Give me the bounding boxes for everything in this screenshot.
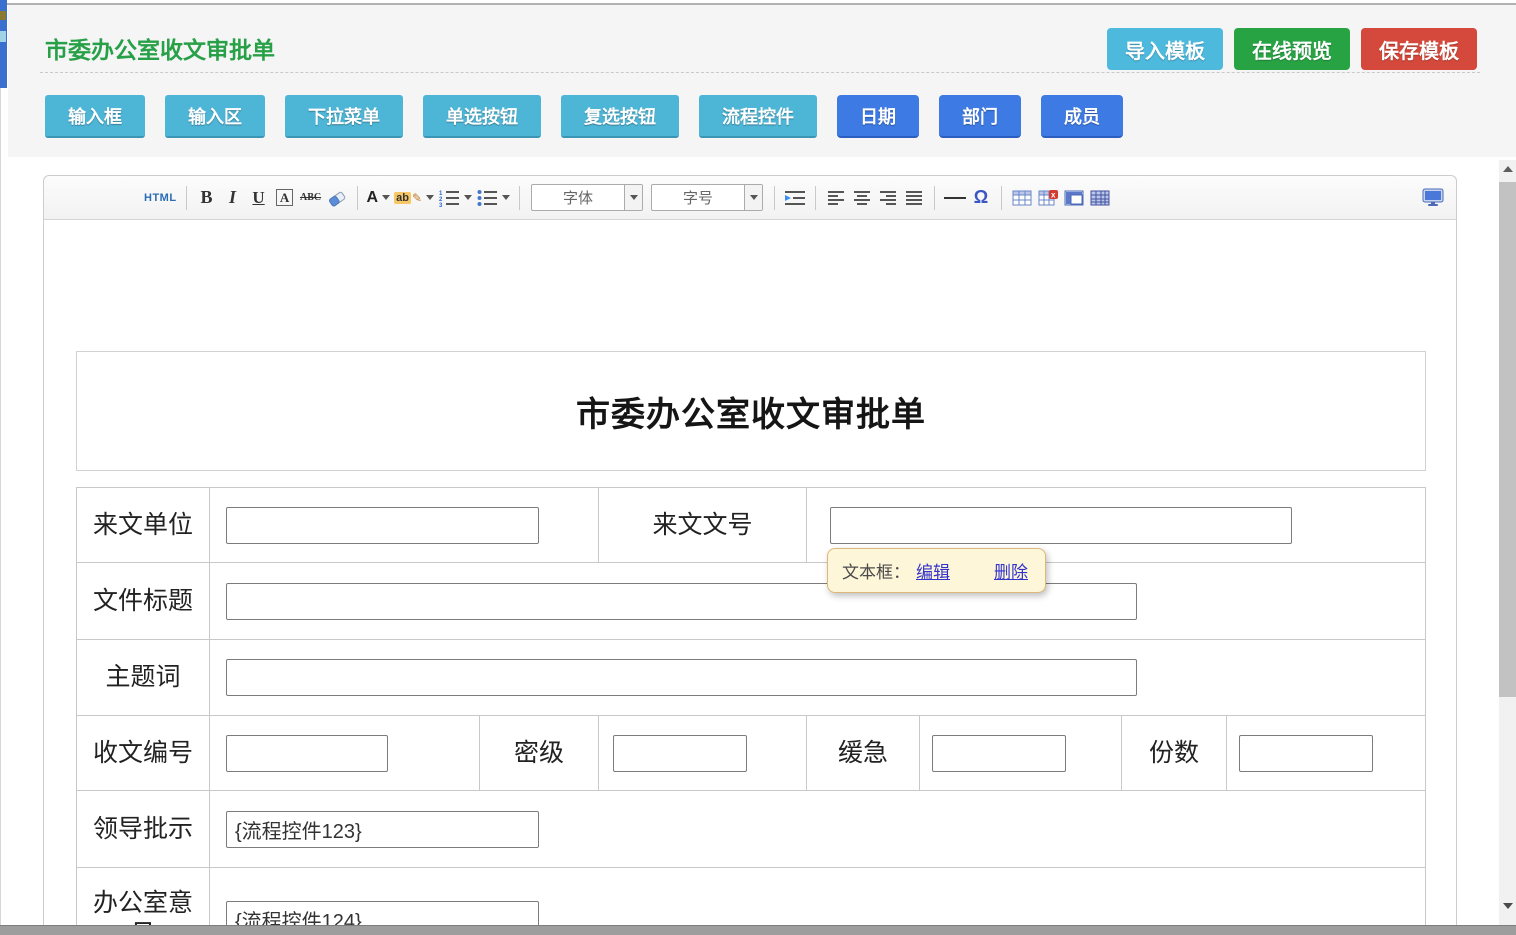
chevron-down-icon[interactable]	[744, 185, 762, 210]
underline-icon[interactable]: U	[246, 185, 272, 211]
table-grid-icon[interactable]	[1087, 185, 1113, 211]
label-keywords: 主题词	[77, 640, 210, 715]
widget-checkbox-button[interactable]: 复选按钮	[561, 95, 679, 138]
chevron-down-icon[interactable]	[624, 185, 642, 210]
special-char-icon[interactable]: Ω	[968, 185, 994, 211]
fullscreen-icon[interactable]	[1420, 185, 1446, 211]
table-row: 文件标题	[76, 562, 1426, 640]
delete-table-icon[interactable]: x	[1035, 185, 1061, 211]
import-template-button[interactable]: 导入模板	[1107, 28, 1223, 70]
toolbar-separator	[357, 186, 358, 210]
label-doc-title: 文件标题	[77, 563, 210, 639]
tooltip-edit-link[interactable]: 编辑	[916, 558, 950, 583]
table-row: 领导批示	[76, 790, 1426, 868]
label-secrecy: 密级	[480, 716, 599, 790]
source-unit-input[interactable]	[226, 507, 539, 544]
scroll-up-arrow-icon[interactable]	[1499, 160, 1516, 177]
screen: 市委办公室收文审批单 导入模板 在线预览 保存模板 输入框 输入区 下拉菜单 单…	[0, 0, 1516, 935]
indent-icon[interactable]	[782, 185, 808, 211]
rich-text-editor: HTML B I U A ABC A ab✎ 123 字体	[43, 175, 1457, 935]
pencil-icon: ✎	[412, 191, 422, 205]
font-family-select[interactable]: 字体	[531, 184, 643, 211]
chevron-down-icon	[382, 195, 390, 200]
form-title: 市委办公室收文审批单	[576, 387, 926, 436]
table-frame-icon[interactable]	[1061, 185, 1087, 211]
chevron-down-icon	[502, 195, 510, 200]
textbox-tooltip: 文本框： 编辑 删除	[827, 548, 1046, 593]
editor-toolbar: HTML B I U A ABC A ab✎ 123 字体	[44, 176, 1456, 220]
label-doc-number: 来文文号	[599, 488, 807, 562]
insert-table-icon[interactable]	[1009, 185, 1035, 211]
widget-flow-control-button[interactable]: 流程控件	[699, 95, 817, 138]
widget-input-box-button[interactable]: 输入框	[45, 95, 145, 138]
align-right-icon[interactable]	[875, 185, 901, 211]
widget-radio-button[interactable]: 单选按钮	[423, 95, 541, 138]
widget-button-row: 输入框 输入区 下拉菜单 单选按钮 复选按钮 流程控件 日期 部门 成员	[45, 95, 1123, 138]
font-color-icon[interactable]: A	[365, 185, 393, 211]
align-left-icon[interactable]	[823, 185, 849, 211]
label-copies: 份数	[1122, 716, 1227, 790]
unordered-list-icon[interactable]	[474, 185, 512, 211]
tooltip-delete-link[interactable]: 删除	[994, 558, 1028, 583]
widget-member-button[interactable]: 成员	[1041, 95, 1123, 138]
window-bottom-edge	[0, 925, 1516, 935]
align-center-icon[interactable]	[849, 185, 875, 211]
secrecy-input[interactable]	[613, 735, 747, 772]
toolbar-separator	[934, 186, 935, 210]
header: 市委办公室收文审批单 导入模板 在线预览 保存模板 输入框 输入区 下拉菜单 单…	[8, 5, 1516, 157]
font-size-select[interactable]: 字号	[651, 184, 763, 211]
toolbar-separator	[519, 186, 520, 210]
toolbar-separator	[774, 186, 775, 210]
form-title-cell: 市委办公室收文审批单	[76, 351, 1426, 471]
label-urgency: 缓急	[807, 716, 920, 790]
receipt-number-input[interactable]	[226, 735, 388, 772]
table-row: 收文编号 密级 缓急 份数	[76, 715, 1426, 791]
font-name-icon[interactable]: A	[272, 185, 298, 211]
chevron-down-icon	[464, 195, 472, 200]
italic-icon[interactable]: I	[220, 185, 246, 211]
window-left-edge	[0, 0, 1, 935]
toolbar-separator	[1001, 186, 1002, 210]
table-row: 主题词	[76, 639, 1426, 716]
leader-comment-input[interactable]	[226, 811, 539, 848]
toolbar-separator	[815, 186, 816, 210]
table-row: 来文单位 来文文号	[76, 487, 1426, 563]
page-title: 市委办公室收文审批单	[45, 31, 275, 65]
eraser-icon[interactable]	[324, 185, 350, 211]
keywords-input[interactable]	[226, 659, 1137, 696]
tooltip-label: 文本框：	[842, 558, 910, 583]
html-source-button[interactable]: HTML	[142, 185, 179, 211]
action-button-group: 导入模板 在线预览 保存模板	[1107, 28, 1477, 70]
widget-department-button[interactable]: 部门	[939, 95, 1021, 138]
left-window-sliver	[0, 0, 7, 88]
align-justify-icon[interactable]	[901, 185, 927, 211]
toolbar-separator	[186, 186, 187, 210]
chevron-down-icon	[426, 195, 434, 200]
highlight-color-icon[interactable]: ab✎	[392, 185, 436, 211]
widget-dropdown-button[interactable]: 下拉菜单	[285, 95, 403, 138]
ordered-list-icon[interactable]: 123	[436, 185, 474, 211]
form-table: 来文单位 来文文号 文件标题 主题词	[76, 487, 1426, 935]
dashed-divider	[40, 72, 1480, 73]
label-source-unit: 来文单位	[77, 488, 210, 562]
label-leader-comment: 领导批示	[77, 791, 210, 867]
horizontal-rule-icon[interactable]	[942, 185, 968, 211]
copies-input[interactable]	[1239, 735, 1373, 772]
vertical-scrollbar[interactable]	[1499, 160, 1516, 925]
strikethrough-icon[interactable]: ABC	[298, 185, 324, 211]
urgency-input[interactable]	[932, 735, 1066, 772]
scroll-down-arrow-icon[interactable]	[1499, 897, 1516, 914]
save-template-button[interactable]: 保存模板	[1361, 28, 1477, 70]
editor-canvas[interactable]: 市委办公室收文审批单 来文单位 来文文号 文件标题	[44, 220, 1456, 935]
svg-text:x: x	[1051, 190, 1056, 199]
svg-text:3: 3	[439, 203, 443, 207]
bold-icon[interactable]: B	[194, 185, 220, 211]
doc-number-input[interactable]	[830, 507, 1292, 544]
widget-textarea-button[interactable]: 输入区	[165, 95, 265, 138]
scrollbar-thumb[interactable]	[1499, 182, 1516, 697]
widget-date-button[interactable]: 日期	[837, 95, 919, 138]
label-receipt-number: 收文编号	[77, 716, 210, 790]
online-preview-button[interactable]: 在线预览	[1234, 28, 1350, 70]
